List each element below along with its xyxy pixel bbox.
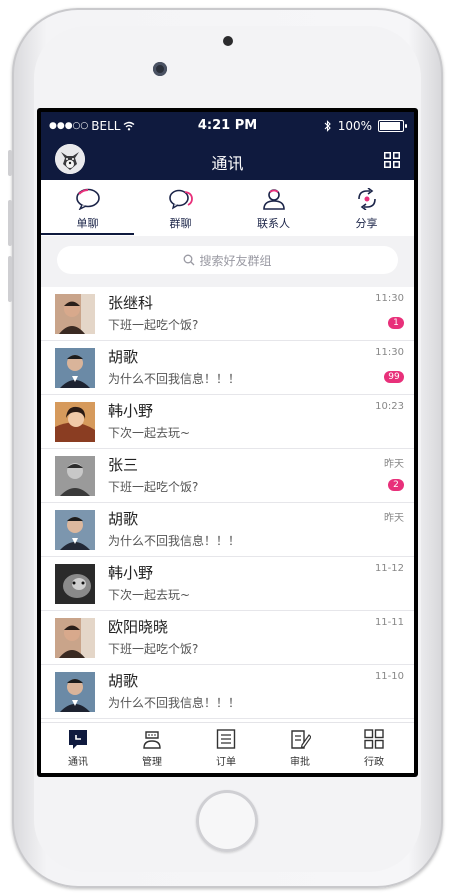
conversation-item[interactable]: 韩小野 下次一起去玩~ 11-12 (41, 557, 414, 611)
last-message: 下班一起吃个饭? (108, 480, 199, 494)
mute-switch (8, 150, 12, 176)
page-title: 通讯 (211, 154, 244, 173)
front-camera (153, 62, 167, 76)
approval-icon (291, 730, 312, 749)
message-time: 11-12 (374, 563, 404, 574)
avatar (55, 456, 95, 496)
avatar (55, 294, 95, 334)
contact-name: 胡歌 (108, 510, 139, 528)
last-message: 为什么不回我信息！！！ (108, 372, 241, 386)
contact-name: 韩小野 (108, 402, 154, 420)
home-button[interactable] (196, 790, 258, 852)
contact-name: 韩小野 (108, 564, 154, 582)
message-time: 昨天 (384, 459, 404, 470)
last-message: 为什么不回我信息！！！ (108, 534, 241, 548)
nav-label: 行政 (364, 757, 384, 768)
tab-label: 群聊 (169, 217, 192, 230)
status-bar: ●●●○○ BELL 4:21 PM 100% (41, 112, 414, 140)
nav-bar: 通讯 (41, 140, 414, 180)
avatar (55, 510, 95, 550)
battery-icon (378, 120, 407, 132)
volume-down-button (8, 256, 12, 302)
contact-name: 张继科 (108, 294, 154, 312)
volume-up-button (8, 200, 12, 246)
bluetooth-icon (324, 120, 331, 132)
tab-share[interactable]: 分享 (320, 180, 413, 236)
last-message: 为什么不回我信息！！！ (108, 696, 241, 710)
front-sensor (223, 36, 233, 46)
avatar (55, 564, 95, 604)
tab-label: 单聊 (76, 217, 99, 230)
conversation-list: 张继科 下班一起吃个饭? 11:30 1 胡歌 为什么不回我信息！！！ 11:3… (41, 287, 414, 722)
apps-grid-icon (364, 729, 384, 749)
contact-name: 胡歌 (108, 672, 139, 690)
chat-icon (69, 730, 87, 749)
last-message: 下次一起去玩~ (108, 426, 191, 440)
avatar (55, 618, 95, 658)
avatar (55, 402, 95, 442)
contact-name: 张三 (108, 456, 139, 474)
battery-fill (380, 122, 400, 130)
bottom-nav: 通讯 管理 订单 审批 行政 (41, 722, 414, 773)
search-input[interactable]: 搜索好友群组 (57, 246, 398, 274)
conversation-item[interactable]: 胡歌 为什么不回我信息！！！ 11:30 99 (41, 341, 414, 395)
avatar (55, 672, 95, 712)
manager-icon (143, 731, 161, 749)
nav-label: 订单 (216, 757, 236, 768)
nav-item-management[interactable]: 管理 (115, 723, 189, 773)
contact-icon (262, 189, 285, 210)
last-message: 下班一起吃个饭? (108, 642, 199, 656)
search-placeholder: 搜索好友群组 (199, 253, 272, 268)
phone-screen: ●●●○○ BELL 4:21 PM 100% 通讯 单聊 群聊 联系人 分享 … (37, 108, 418, 777)
active-tab-indicator (41, 233, 134, 235)
message-time: 11-11 (374, 617, 404, 628)
conversation-item[interactable]: 韩小野 下次一起去玩~ 10:23 (41, 395, 414, 449)
unread-badge: 99 (384, 371, 404, 383)
conversation-item[interactable]: 胡歌 为什么不回我信息！！！ 昨天 (41, 503, 414, 557)
contact-name: 欧阳晓晓 (108, 618, 169, 636)
app-root: ●●●○○ BELL 4:21 PM 100% 通讯 单聊 群聊 联系人 分享 … (41, 112, 414, 773)
conversation-item[interactable]: 张三 下班一起吃个饭? 昨天 2 (41, 449, 414, 503)
last-message: 下次一起去玩~ (108, 588, 191, 602)
message-time: 10:23 (375, 401, 404, 412)
conversation-item[interactable]: 胡歌 为什么不回我信息！！！ 11-10 (41, 665, 414, 719)
tab-contacts[interactable]: 联系人 (227, 180, 320, 236)
search-icon (184, 254, 195, 266)
nav-item-approval[interactable]: 审批 (263, 723, 337, 773)
tab-label: 联系人 (257, 217, 290, 230)
share-icon (357, 187, 376, 211)
unread-badge: 1 (388, 317, 404, 329)
battery-percent: 100% (337, 119, 372, 133)
message-time: 11:30 (375, 293, 404, 304)
nav-item-orders[interactable]: 订单 (189, 723, 263, 773)
nav-label: 管理 (142, 757, 162, 768)
search-area: 搜索好友群组 (41, 237, 414, 287)
chat-tabs: 单聊 群聊 联系人 分享 (41, 180, 414, 236)
message-time: 11-10 (374, 671, 404, 682)
tab-group-chat[interactable]: 群聊 (134, 180, 227, 236)
chat-bubble-icon (75, 188, 100, 211)
order-list-icon (216, 729, 236, 749)
avatar (55, 348, 95, 388)
tab-single-chat[interactable]: 单聊 (41, 180, 134, 236)
nav-label: 审批 (290, 757, 310, 768)
last-message: 下班一起吃个饭? (108, 318, 199, 332)
message-time: 11:30 (375, 347, 404, 358)
unread-badge: 2 (388, 479, 404, 491)
group-chat-icon (168, 189, 193, 210)
nav-item-communication[interactable]: 通讯 (41, 723, 115, 773)
status-right: 100% (324, 119, 407, 133)
nav-item-admin[interactable]: 行政 (337, 723, 411, 773)
contact-name: 胡歌 (108, 348, 139, 366)
message-time: 昨天 (384, 513, 404, 524)
conversation-item[interactable]: 欧阳晓晓 下班一起吃个饭? 11-11 (41, 611, 414, 665)
tab-label: 分享 (355, 217, 378, 230)
conversation-item[interactable]: 张继科 下班一起吃个饭? 11:30 1 (41, 287, 414, 341)
grid-menu-icon[interactable] (384, 152, 400, 168)
nav-label: 通讯 (68, 757, 88, 768)
